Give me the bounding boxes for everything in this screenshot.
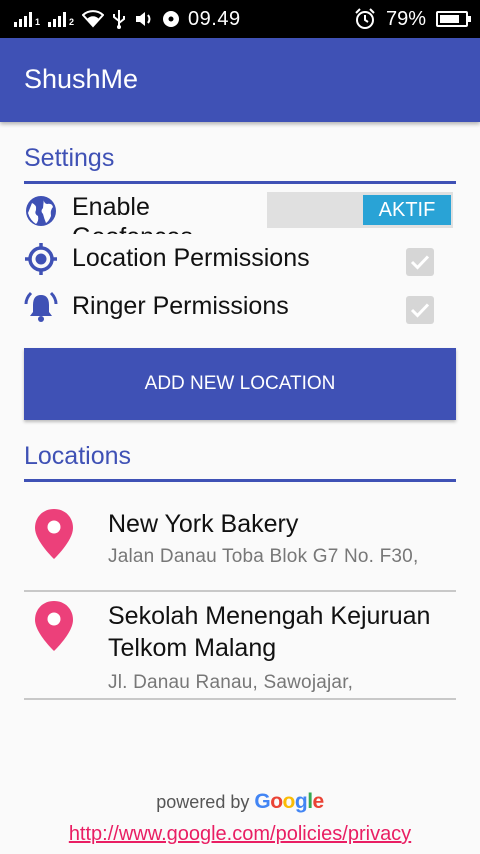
check-icon — [410, 255, 430, 270]
location-address: Jalan Danau Toba Blok G7 No. F30, — [108, 546, 419, 567]
toggle-on-label: AKTIF — [363, 195, 451, 225]
volume-icon — [134, 10, 154, 28]
location-permissions-label: Location Permissions — [72, 244, 310, 272]
status-bar: 1 2 09.49 79% — [0, 0, 480, 38]
geofences-toggle[interactable]: AKTIF — [267, 192, 453, 228]
location-permissions-row: Location Permissions — [24, 236, 456, 282]
ringer-permissions-row: Ringer Permissions — [24, 284, 456, 330]
wifi-icon — [82, 10, 105, 28]
battery-percent: 79% — [385, 7, 426, 30]
signal-icon-sim2: 2 — [48, 11, 74, 27]
signal-icon-sim1: 1 — [14, 11, 40, 27]
location-pin-icon — [34, 600, 74, 652]
sim1-label: 1 — [35, 17, 41, 27]
locations-header: Locations — [24, 442, 456, 482]
privacy-policy-link[interactable]: http://www.google.com/policies/privacy — [0, 823, 480, 846]
location-list-item[interactable]: New York Bakery Jalan Danau Toba Blok G7… — [24, 494, 456, 592]
location-list-item[interactable]: Sekolah Menengah Kejuruan Telkom Malang … — [24, 590, 456, 700]
sim2-label: 2 — [69, 17, 75, 27]
powered-by-text: powered by — [156, 792, 250, 812]
check-icon — [410, 303, 430, 318]
ringer-icon — [24, 290, 58, 324]
status-left: 1 2 09.49 — [14, 0, 241, 38]
app-bar: ShushMe — [0, 38, 480, 122]
app-title: ShushMe — [24, 64, 139, 94]
battery-icon — [436, 11, 471, 27]
location-pin-icon — [34, 508, 74, 560]
location-name: New York Bakery — [108, 510, 299, 538]
status-right: 79% — [354, 0, 471, 38]
settings-header: Settings — [24, 144, 456, 184]
geofences-label: Enable Geofences — [72, 193, 193, 234]
ringer-permissions-label: Ringer Permissions — [72, 292, 289, 320]
usb-icon — [112, 9, 126, 29]
alarm-icon — [354, 8, 376, 30]
clock-time: 09.49 — [188, 7, 241, 30]
gps-icon — [24, 242, 58, 276]
location-name: Sekolah Menengah Kejuruan Telkom Malang — [108, 602, 431, 662]
location-address: Jl. Danau Ranau, Sawojajar, — [108, 672, 354, 693]
globe-icon — [24, 194, 58, 228]
disc-icon — [162, 10, 180, 28]
location-permissions-checkbox[interactable] — [406, 248, 434, 276]
ringer-permissions-checkbox[interactable] — [406, 296, 434, 324]
geofences-row: Enable Geofences AKTIF — [24, 192, 456, 238]
add-new-location-button[interactable]: ADD NEW LOCATION — [24, 348, 456, 420]
powered-by-google: powered by Google — [0, 790, 480, 814]
google-logo: Google — [254, 790, 324, 813]
